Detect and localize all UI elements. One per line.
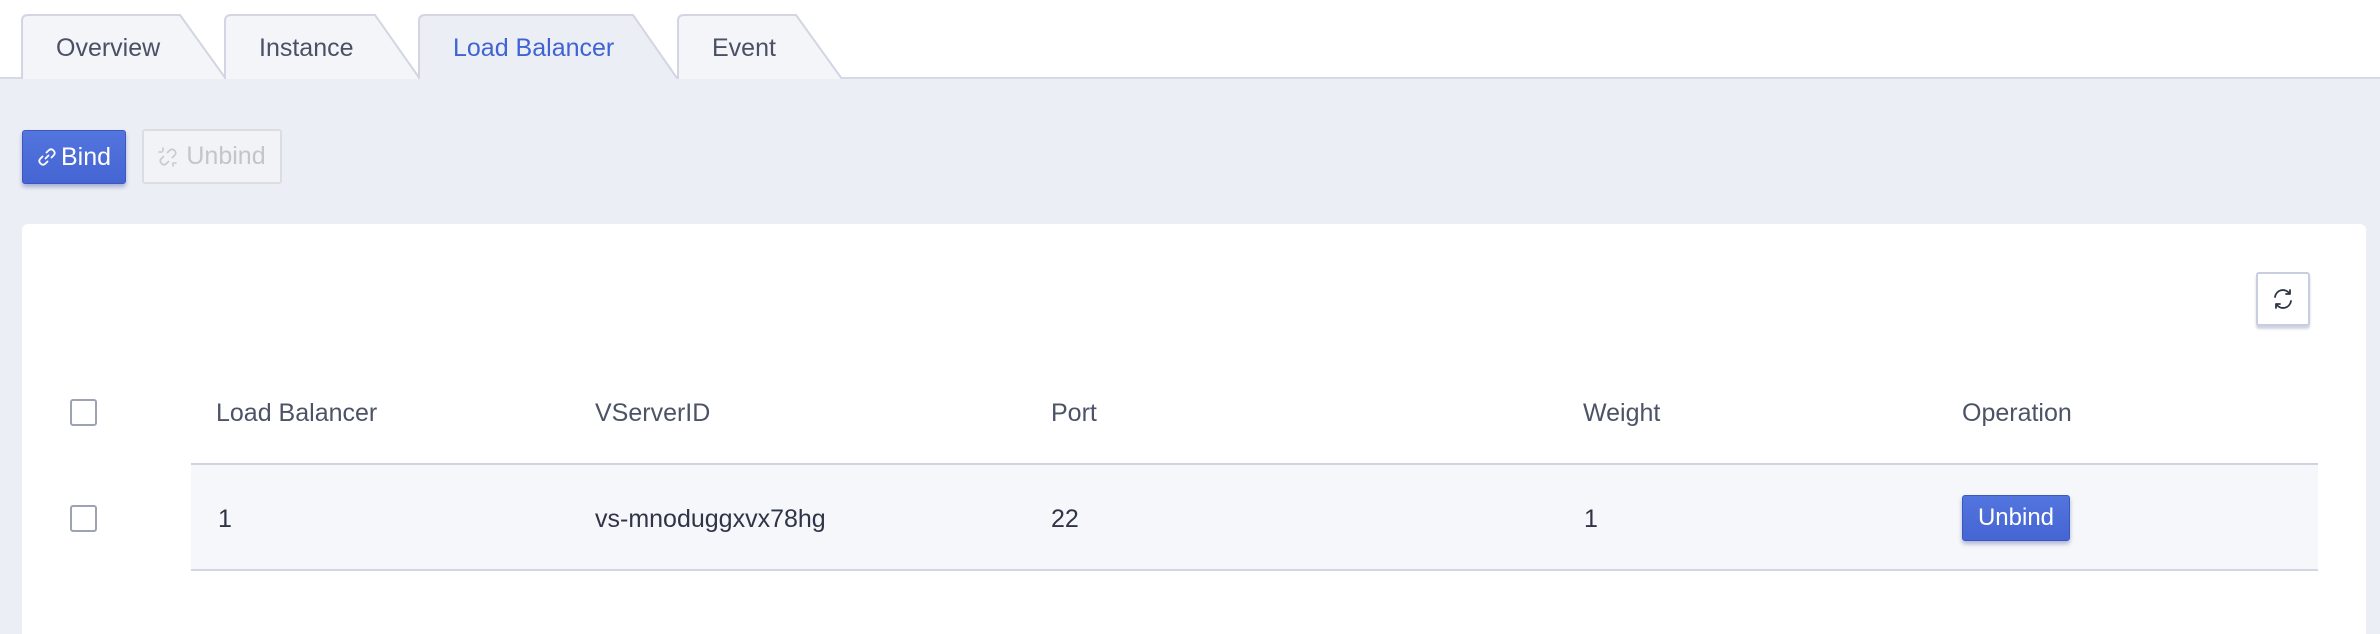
cell-weight: 1 bbox=[1584, 505, 1598, 533]
select-all-checkbox[interactable] bbox=[70, 399, 97, 426]
unbind-toolbar-button[interactable]: Unbind bbox=[142, 129, 282, 184]
tab-overview[interactable]: Overview bbox=[21, 14, 227, 80]
tab-label: Load Balancer bbox=[453, 34, 615, 62]
column-header-weight[interactable]: Weight bbox=[1583, 399, 1660, 428]
row-unbind-button[interactable]: Unbind bbox=[1962, 495, 2070, 541]
cell-load-balancer: 1 bbox=[218, 505, 232, 533]
cell-port: 22 bbox=[1051, 505, 1079, 533]
bind-button-label: Bind bbox=[60, 142, 112, 171]
tab-bar: Overview Instance Load Balancer Event bbox=[0, 0, 2380, 82]
column-header-vserverid[interactable]: VServerID bbox=[595, 399, 710, 428]
refresh-button[interactable] bbox=[2256, 272, 2310, 326]
unbind-toolbar-button-label: Unbind bbox=[186, 142, 266, 170]
bind-button[interactable]: Bind bbox=[22, 130, 126, 184]
row-unbind-button-label: Unbind bbox=[1977, 504, 2055, 531]
unlink-icon bbox=[158, 146, 178, 167]
tab-instance[interactable]: Instance bbox=[224, 14, 421, 80]
tab-label: Instance bbox=[259, 34, 354, 62]
link-icon bbox=[37, 147, 57, 167]
table-card bbox=[22, 224, 2366, 634]
tab-label: Event bbox=[712, 34, 776, 62]
row-checkbox[interactable] bbox=[70, 505, 97, 532]
cell-vserverid: vs-mnoduggxvx78hg bbox=[595, 505, 826, 533]
column-header-port[interactable]: Port bbox=[1051, 399, 1097, 428]
refresh-icon bbox=[2271, 287, 2295, 311]
tab-event[interactable]: Event bbox=[677, 14, 843, 80]
column-header-operation: Operation bbox=[1962, 399, 2072, 427]
tab-load-balancer[interactable]: Load Balancer bbox=[418, 14, 680, 82]
tab-label: Overview bbox=[56, 34, 161, 62]
column-header-load-balancer[interactable]: Load Balancer bbox=[216, 399, 377, 428]
